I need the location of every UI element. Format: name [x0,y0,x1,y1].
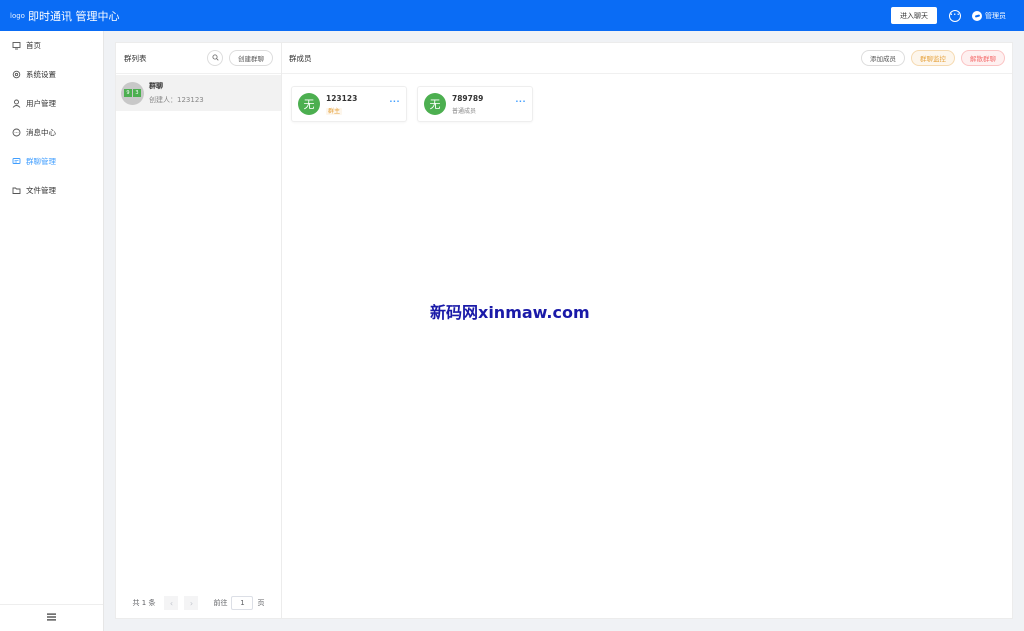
more-options-icon[interactable]: ··· [515,97,526,106]
dissolve-group-button[interactable]: 解散群聊 [961,50,1005,66]
member-avatar: 无 [424,93,446,115]
app-title: 即时通讯 管理中心 [27,9,120,23]
chevron-right-icon: › [189,598,194,608]
sidebar-item-label: 用户管理 [26,99,56,108]
sidebar-item-messages[interactable]: 消息中心 [0,118,103,147]
gear-icon [12,70,21,79]
hamburger-icon [47,613,56,623]
user-menu[interactable]: 管理员 [972,10,1006,21]
create-group-button[interactable]: 创建群聊 [229,50,273,66]
top-bar: logo 即时通讯 管理中心 进入聊天 ••• 管理员 [0,0,1024,31]
sidebar-item-home[interactable]: 首页 [0,31,103,60]
logo-image: logo [10,11,25,20]
sidebar-collapse-button[interactable] [0,604,103,631]
group-list-panel: 群列表 创建群聊 9 3 群聊 创建人：123123 共 1 条 ‹ › 前往 … [115,42,282,619]
group-avatar: 9 3 [121,81,144,105]
watermark: 新码网xinmaw.com [430,303,590,322]
member-card[interactable]: 无 123123 群主 ··· [291,86,407,122]
user-icon [12,99,21,108]
member-card[interactable]: 无 789789 普通成员 ··· [417,86,533,122]
user-name: 管理员 [985,11,1006,20]
group-chat-icon [12,157,21,166]
sidebar-item-users[interactable]: 用户管理 [0,89,103,118]
search-icon [212,54,219,63]
group-name: 群聊 [149,82,163,90]
group-list-header: 群列表 创建群聊 [116,43,281,74]
members-panel: 群成员 添加成员 群聊监控 解散群聊 无 123123 群主 ··· 无 789… [282,42,1013,619]
sidebar-item-label: 首页 [26,41,41,50]
page-input[interactable]: 1 [231,596,254,610]
avatar-tile: 9 [124,89,132,97]
sidebar-item-files[interactable]: 文件管理 [0,176,103,205]
sidebar-item-label: 系统设置 [26,70,56,79]
sidebar-item-label: 消息中心 [26,128,56,137]
member-name: 789789 [452,93,484,103]
chevron-left-icon: ‹ [169,598,174,608]
group-creator: 创建人：123123 [149,96,204,104]
members-title: 群成员 [289,53,312,63]
goto-prefix: 前往 [213,599,228,607]
member-avatar: 无 [298,93,320,115]
group-list-title: 群列表 [124,53,147,63]
pagination: 共 1 条 ‹ › 前往 1 页 [116,596,281,610]
sidebar: 首页 系统设置 用户管理 消息中心 群聊管理 文件管理 [0,31,104,631]
search-button[interactable] [207,50,223,66]
logo[interactable]: logo 即时通讯 管理中心 [10,8,119,24]
home-icon [12,41,21,50]
member-role-text: 普通成员 [452,107,477,115]
messenger-icon [972,10,982,21]
monitor-group-button[interactable]: 群聊监控 [911,50,955,66]
sidebar-item-label: 文件管理 [26,186,56,195]
folder-icon [12,186,21,195]
member-name: 123123 [326,93,358,103]
add-member-button[interactable]: 添加成员 [861,50,905,66]
prev-page-button[interactable]: ‹ [164,596,179,610]
pagination-total: 共 1 条 [132,599,156,607]
chat-bubble-icon [12,128,21,137]
member-role-badge: 群主 [326,107,343,115]
next-page-button[interactable]: › [184,596,199,610]
sidebar-item-group-chat[interactable]: 群聊管理 [0,147,103,176]
message-icon[interactable]: ••• [949,9,961,22]
avatar-tile: 3 [133,89,141,97]
sidebar-item-label: 群聊管理 [26,157,56,166]
more-options-icon[interactable]: ··· [389,97,400,106]
group-list-item[interactable]: 9 3 群聊 创建人：123123 [116,75,281,111]
goto-suffix: 页 [257,599,265,607]
sidebar-item-settings[interactable]: 系统设置 [0,60,103,89]
members-header: 群成员 添加成员 群聊监控 解散群聊 [282,43,1012,74]
enter-chat-button[interactable]: 进入聊天 [891,7,937,24]
